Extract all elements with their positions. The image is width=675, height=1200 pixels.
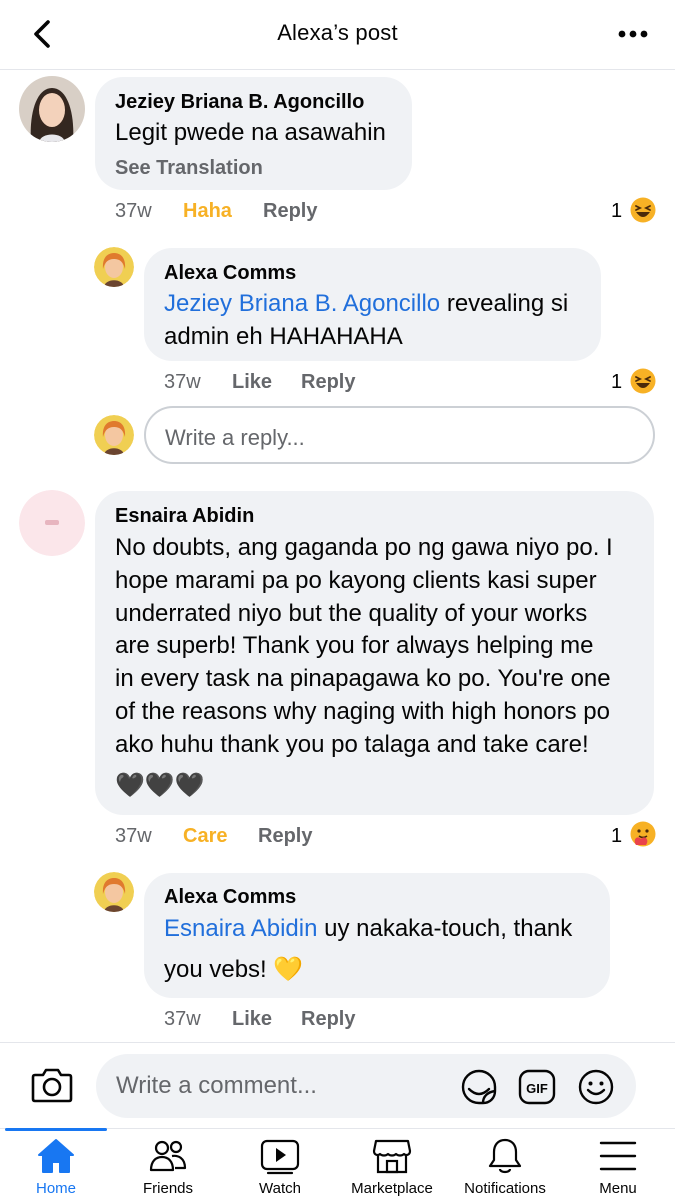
- emoji-icon[interactable]: [577, 1068, 615, 1106]
- sticker-icon[interactable]: [460, 1068, 498, 1106]
- reaction-button[interactable]: Haha: [183, 200, 232, 223]
- reaction-count[interactable]: 1: [611, 200, 622, 223]
- reaction-count[interactable]: 1: [611, 371, 622, 394]
- comment-text-line: No doubts, ang gaganda po ng gawa niyo p…: [115, 534, 613, 561]
- comment-text-line: underrated niyo but the quality of your …: [115, 600, 588, 627]
- reply-text-line: admin eh HAHAHAHA: [164, 323, 403, 350]
- marketplace-icon: [372, 1139, 412, 1174]
- tab-label: Friends: [142, 1180, 194, 1197]
- home-icon: [38, 1139, 74, 1173]
- avatar[interactable]: [19, 76, 85, 142]
- see-translation-link[interactable]: See Translation: [115, 157, 263, 180]
- avatar[interactable]: [19, 490, 85, 556]
- comment-placeholder: Write a comment...: [116, 1072, 317, 1099]
- camera-button[interactable]: [30, 1065, 74, 1105]
- haha-emoji-icon[interactable]: [630, 197, 656, 223]
- reply-input[interactable]: Write a reply...: [144, 406, 655, 464]
- menu-icon: [599, 1141, 637, 1171]
- tab-label: Home: [35, 1180, 76, 1197]
- reply-text: Esnaira Abidin uy nakaka-touch, thank: [164, 913, 572, 946]
- haha-emoji-icon[interactable]: [630, 368, 656, 394]
- app-header: Alexa’s post: [0, 0, 675, 70]
- comment-text-line: hope marami pa po kayong clients kasi su…: [115, 567, 597, 594]
- avatar[interactable]: [94, 247, 134, 287]
- reply-text: Jeziey Briana B. Agoncillo revealing si: [164, 288, 568, 321]
- care-emoji-icon[interactable]: [630, 821, 656, 847]
- tab-label: Marketplace: [351, 1180, 433, 1197]
- comment-text-line: in every task na pinapagawa ko po. You'r…: [115, 665, 611, 692]
- bell-icon: [488, 1138, 522, 1174]
- svg-text:GIF: GIF: [526, 1081, 548, 1096]
- camera-icon: [31, 1068, 73, 1103]
- watch-icon: [260, 1139, 300, 1175]
- comment-text-line: are superb! Thank you for always helping…: [115, 632, 594, 659]
- tab-label: Menu: [599, 1180, 637, 1197]
- reply-button[interactable]: Reply: [258, 825, 312, 848]
- comment-text-line: of the reasons why naging with high hono…: [115, 698, 610, 725]
- mention-link[interactable]: Jeziey Briana B. Agoncillo: [164, 290, 440, 317]
- tab-home[interactable]: Home: [0, 1128, 112, 1200]
- reply-text-line: you vebs! 💛: [164, 956, 304, 983]
- avatar[interactable]: [94, 872, 134, 912]
- reply-author[interactable]: Alexa Comms: [164, 886, 296, 909]
- like-button[interactable]: Like: [232, 371, 272, 394]
- comment-author[interactable]: Esnaira Abidin: [115, 505, 254, 528]
- tab-friends[interactable]: Friends: [112, 1129, 224, 1200]
- tab-label: Notifications: [464, 1180, 546, 1197]
- reply-text-line: revealing si: [440, 290, 569, 317]
- comment-composer: Write a comment... GIF: [0, 1042, 675, 1128]
- active-tab-indicator: [5, 1128, 107, 1131]
- reply-author[interactable]: Alexa Comms: [164, 262, 296, 285]
- reply-timestamp: 37w: [164, 371, 201, 393]
- reply-button[interactable]: Reply: [263, 200, 317, 223]
- reaction-count[interactable]: 1: [611, 825, 622, 848]
- tab-menu[interactable]: Menu: [562, 1129, 674, 1200]
- tab-notifications[interactable]: Notifications: [449, 1129, 561, 1200]
- comment-timestamp: 37w: [115, 825, 152, 847]
- comment-timestamp: 37w: [115, 200, 152, 222]
- reaction-button[interactable]: Care: [183, 825, 227, 848]
- more-dots-icon: [618, 30, 648, 38]
- reply-button[interactable]: Reply: [301, 1008, 355, 1031]
- reply-text-line: uy nakaka-touch, thank: [317, 915, 573, 942]
- tab-watch[interactable]: Watch: [224, 1129, 336, 1200]
- tab-label: Watch: [259, 1180, 301, 1197]
- like-button[interactable]: Like: [232, 1008, 272, 1031]
- comment-input[interactable]: Write a comment... GIF: [96, 1054, 636, 1118]
- reply-button[interactable]: Reply: [301, 371, 355, 394]
- gif-icon[interactable]: GIF: [518, 1068, 556, 1106]
- comment-author[interactable]: Jeziey Briana B. Agoncillo: [115, 91, 364, 114]
- tab-marketplace[interactable]: Marketplace: [336, 1129, 448, 1200]
- bottom-navigation: Home Friends Watch Marketplace Notificat…: [0, 1128, 675, 1200]
- friends-icon: [149, 1140, 187, 1172]
- page-title: Alexa’s post: [277, 20, 398, 45]
- comment-text: Legit pwede na asawahin: [115, 119, 386, 146]
- reply-timestamp: 37w: [164, 1008, 201, 1030]
- more-options-button[interactable]: [613, 14, 653, 54]
- comment-text-line: 🖤🖤🖤: [115, 772, 205, 799]
- comment-text-line: ako huhu thank you po talaga and take ca…: [115, 731, 589, 758]
- avatar: [94, 415, 134, 455]
- mention-link[interactable]: Esnaira Abidin: [164, 915, 317, 942]
